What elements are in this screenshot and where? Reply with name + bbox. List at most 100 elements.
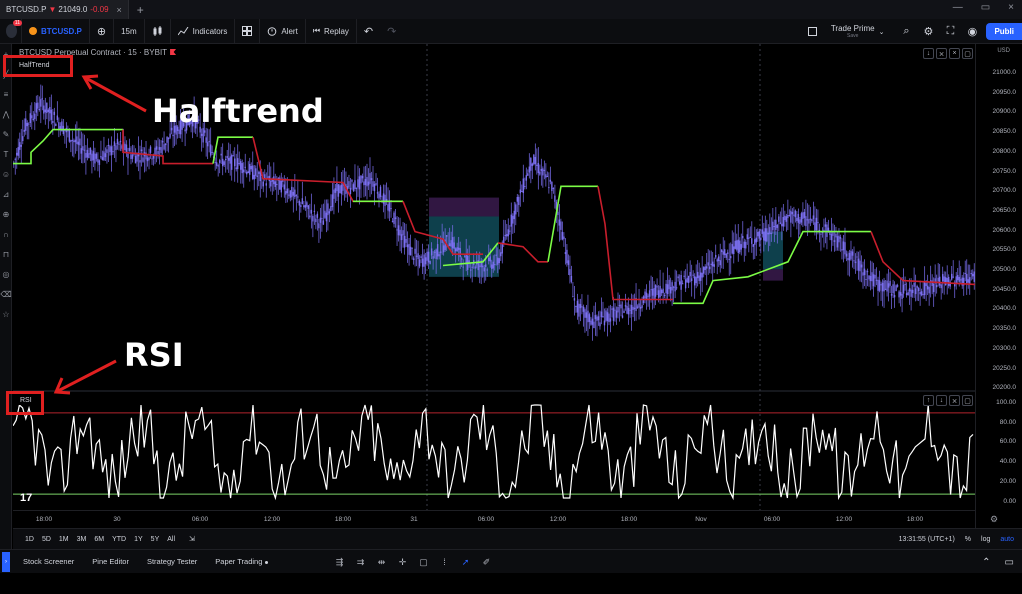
tab-strategy-tester[interactable]: Strategy Tester (138, 557, 206, 566)
candle-body (95, 153, 98, 159)
fib-icon[interactable]: ≡ (0, 84, 12, 104)
expand-icon[interactable]: ▭ (1005, 557, 1014, 568)
chart-settings-icon[interactable]: ⚙ (990, 514, 998, 525)
range-ytd[interactable]: YTD (108, 536, 130, 543)
collapse-icon[interactable]: ⨯ (936, 48, 947, 59)
layouts-button[interactable] (235, 18, 261, 44)
candle-body (911, 289, 914, 293)
percent-toggle[interactable]: % (965, 536, 971, 543)
trash-icon[interactable]: ⌫ (0, 284, 12, 304)
tab-stock-screener[interactable]: Stock Screener (14, 557, 83, 566)
lock-icon[interactable]: ⊓ (0, 244, 12, 264)
cursor-icon[interactable]: ➚ (458, 555, 473, 570)
avatar[interactable]: 11 (6, 20, 22, 38)
candle-body (923, 282, 926, 296)
gear-icon[interactable]: ⚙ (920, 25, 936, 38)
range-6m[interactable]: 6M (90, 536, 108, 543)
price-axis[interactable]: USD 21000.0 20950.0 20900.0 20850.0 20800.0 2… (975, 44, 1022, 528)
candle-body (402, 230, 404, 236)
auto-toggle[interactable]: auto (1000, 536, 1014, 543)
ruler-icon[interactable]: ⊿ (0, 184, 12, 204)
publish-button[interactable]: Publi (986, 23, 1022, 40)
chevron-down-icon[interactable]: › (2, 551, 10, 572)
arrow-up-icon[interactable]: ↑ (923, 395, 934, 406)
candle-body (844, 242, 846, 255)
range-1d[interactable]: 1D (21, 536, 38, 543)
favorites-icon[interactable]: ☆ (0, 304, 12, 324)
brush-icon[interactable]: ✎ (0, 124, 12, 144)
compare-symbol-button[interactable]: ⊕ (90, 18, 115, 44)
clock-time[interactable]: 13:31:55 (UTC+1) (899, 536, 955, 543)
date-range-icon[interactable]: ⇹ (374, 555, 389, 570)
interval-button[interactable]: 15m (114, 18, 145, 44)
camera-icon[interactable]: ◉ (964, 25, 980, 38)
rectangle-icon[interactable]: ▢ (416, 555, 431, 570)
arrow-down-icon[interactable]: ↓ (936, 395, 947, 406)
pattern-icon[interactable]: ⋀ (0, 104, 12, 124)
time-tick-label: Nov (695, 516, 707, 523)
candle-body (554, 195, 556, 202)
long-position-icon[interactable]: ⇶ (332, 555, 347, 570)
range-all[interactable]: All (163, 536, 179, 543)
symbol-search-button[interactable]: BTCUSD.P (22, 18, 90, 44)
maximize-pane-icon[interactable]: ▢ (962, 48, 973, 59)
candle-body (584, 309, 586, 318)
range-3m[interactable]: 3M (73, 536, 91, 543)
maximize-icon[interactable]: ▭ (981, 2, 990, 13)
chart-type-button[interactable] (145, 18, 171, 44)
candle-body (445, 235, 448, 237)
candle-body (794, 210, 797, 218)
candle-body (746, 234, 748, 240)
eye-icon[interactable]: ◎ (0, 264, 12, 284)
range-5y[interactable]: 5Y (147, 536, 164, 543)
price-tick-label: 20700.0 (992, 187, 1017, 195)
close-pane-icon[interactable]: × (949, 48, 960, 59)
user-menu[interactable]: 11 (0, 18, 22, 44)
text-icon[interactable]: T (0, 144, 12, 164)
alert-button[interactable]: Alert (260, 18, 306, 44)
new-tab-button[interactable]: + (137, 3, 144, 17)
candle-body (457, 247, 460, 250)
range-1y[interactable]: 1Y (130, 536, 147, 543)
short-position-icon[interactable]: ⇉ (353, 555, 368, 570)
minimize-icon[interactable]: — (953, 2, 963, 13)
close-window-icon[interactable]: × (1008, 2, 1014, 13)
candle-body (253, 174, 255, 180)
zoom-icon[interactable]: ⊕ (0, 204, 12, 224)
fullscreen-icon[interactable]: ⛶ (942, 25, 958, 38)
arrow-down-icon[interactable]: ↓ (923, 48, 934, 59)
log-toggle[interactable]: log (981, 536, 990, 543)
candle-body (764, 228, 767, 242)
collapse-icon[interactable]: ⨯ (949, 395, 960, 406)
flag-icon[interactable] (170, 49, 177, 55)
range-5d[interactable]: 5D (38, 536, 55, 543)
layout-name-button[interactable]: Trade Prime Save ⌄ (823, 24, 893, 39)
tab-pine-editor[interactable]: Pine Editor (83, 557, 138, 566)
tab-close-icon[interactable]: × (117, 5, 122, 15)
range-1m[interactable]: 1M (55, 536, 73, 543)
indicators-button[interactable]: Indicators (171, 18, 236, 44)
magnet-icon[interactable]: ∩ (0, 224, 12, 244)
chevron-up-icon[interactable]: ⌃ (982, 557, 990, 568)
undo-button[interactable]: ↶ (357, 19, 380, 44)
go-to-date-icon[interactable]: ⇲ (185, 535, 199, 543)
emoji-icon[interactable]: ☺ (0, 164, 12, 184)
candle-body (758, 231, 761, 239)
candle-body (412, 258, 415, 261)
redo-button[interactable]: ↷ (380, 19, 403, 44)
checkbox-icon[interactable] (807, 27, 817, 36)
replay-button[interactable]: ⏮ Replay (306, 18, 357, 44)
vertical-line-icon[interactable]: ⁞ (437, 555, 452, 570)
crosshair-icon[interactable]: ✛ (395, 555, 410, 570)
search-icon[interactable]: ⌕ (898, 25, 914, 38)
time-axis[interactable]: 18:00 30 06:00 12:00 18:00 31 06:00 12:00 18:00 N… (13, 510, 975, 528)
browser-tab[interactable]: BTCUSD.P ▼ 21049.0 -0.09 × (0, 0, 129, 19)
currency-label[interactable]: USD (997, 48, 1010, 54)
candle-body (55, 123, 57, 126)
price-tick-label: 21000.0 (992, 69, 1017, 76)
tab-paper-trading[interactable]: Paper Trading (206, 557, 277, 566)
candle-body (874, 274, 876, 279)
candle-body (760, 237, 762, 240)
brush-icon[interactable]: ✐ (479, 555, 494, 570)
maximize-pane-icon[interactable]: ▢ (962, 395, 973, 406)
